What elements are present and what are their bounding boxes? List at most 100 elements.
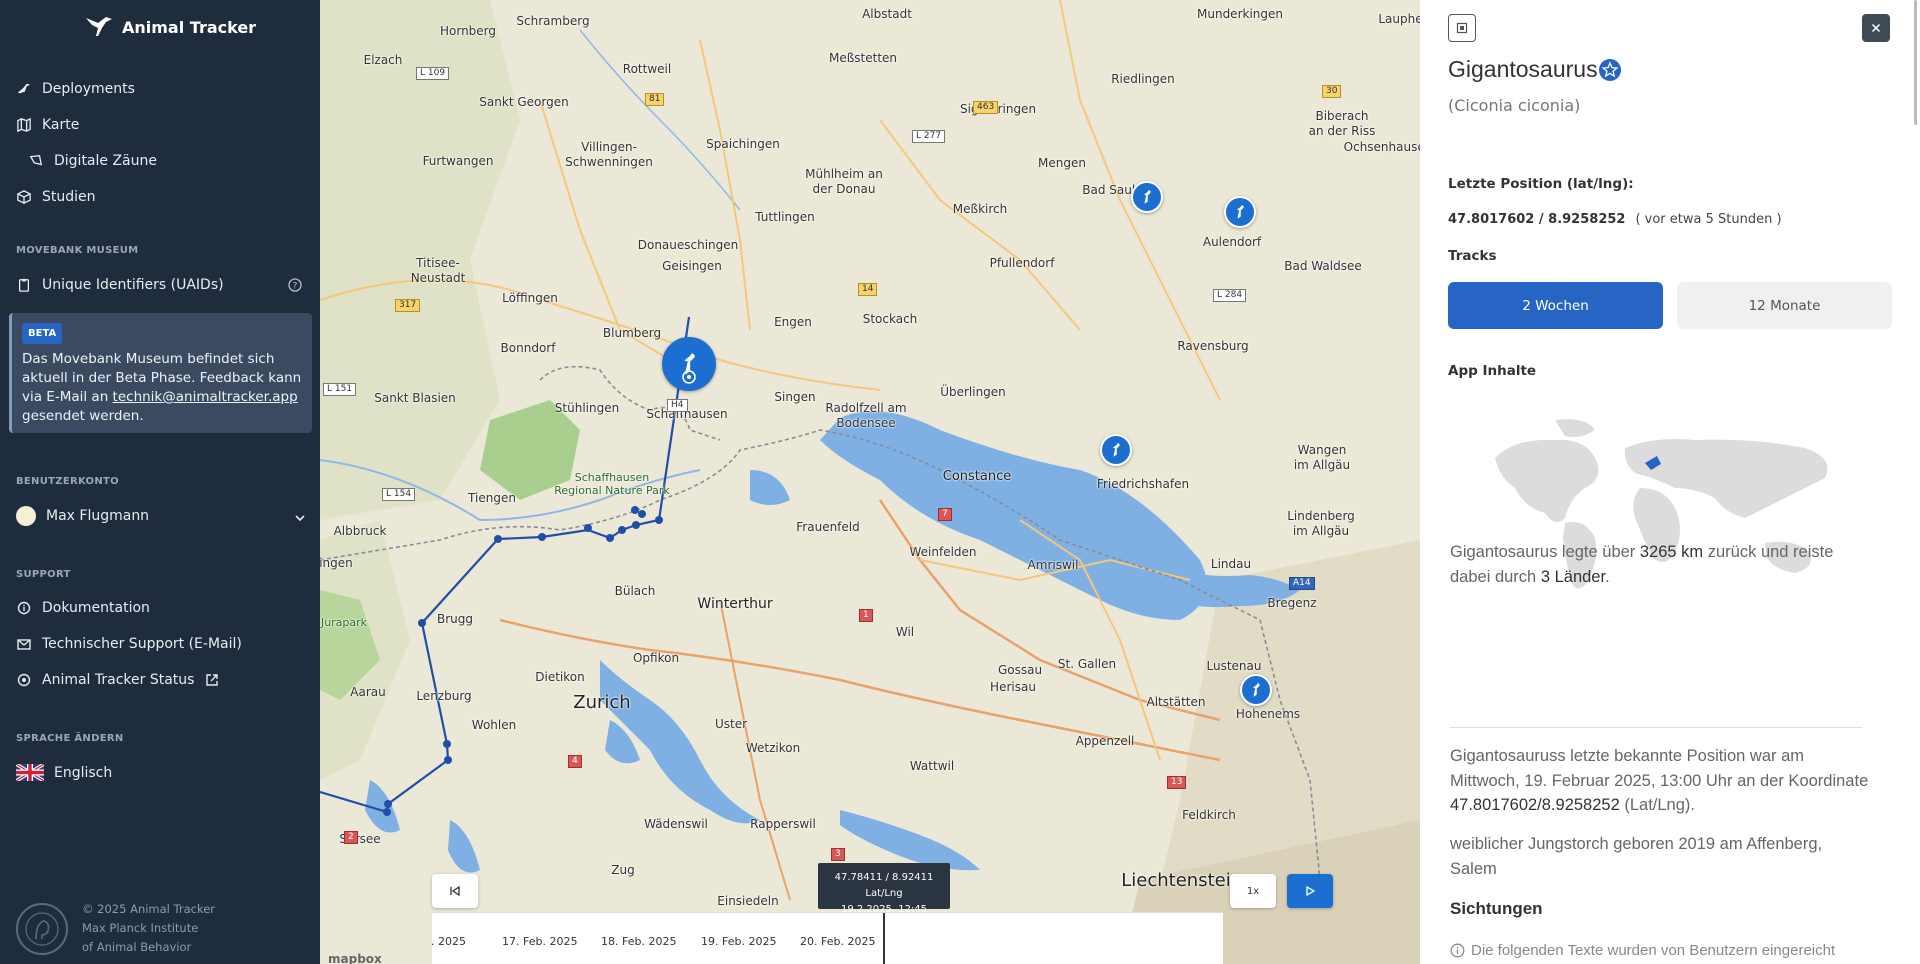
road-shield: 30 — [1322, 85, 1342, 98]
map-label: Bad Waldsee — [1284, 259, 1362, 273]
road-shield: 1 — [859, 609, 873, 622]
nav-studien[interactable]: Studien — [16, 189, 96, 205]
map-base-layer — [320, 0, 1420, 964]
map-label: Bregenz — [1267, 596, 1317, 610]
map-label: Feldkirch — [1182, 808, 1236, 822]
animal-marker[interactable] — [1131, 181, 1163, 213]
road-shield: 4 — [568, 755, 582, 768]
stork-icon — [1144, 190, 1151, 204]
map-label: Zug — [611, 863, 635, 877]
last-position-value: 47.8017602 / 8.9258252 — [1448, 212, 1626, 227]
map-label: Mengen — [1038, 156, 1086, 170]
star-badge-icon[interactable] — [1598, 58, 1622, 82]
play-icon — [1306, 885, 1316, 897]
play-button[interactable] — [1287, 874, 1333, 908]
road-shield: L 151 — [323, 383, 357, 396]
map-label: Pfullendorf — [989, 256, 1055, 270]
map-label: Munderkingen — [1197, 7, 1283, 21]
last-position-label: Letzte Position (lat/lng): — [1448, 176, 1634, 192]
bird-icon — [16, 81, 32, 97]
beta-notice: BETA Das Movebank Museum befindet sich a… — [9, 313, 312, 433]
timeline-rewind-button[interactable] — [432, 874, 478, 908]
footer: © 2025 Animal Tracker Max Planck Institu… — [16, 900, 215, 957]
nav-digitale-zaeune[interactable]: Digitale Zäune — [28, 153, 157, 169]
close-button[interactable] — [1862, 14, 1890, 42]
tracks-label: Tracks — [1448, 248, 1497, 264]
footer-institute: Max Planck Institute — [82, 921, 199, 935]
timeline-scrubber[interactable]: b. 2025 17. Feb. 2025 18. Feb. 2025 19. … — [432, 912, 1223, 964]
mail-icon — [16, 636, 32, 652]
summary-text: Gigantosaurus legte über — [1450, 543, 1640, 561]
clipboard-icon — [16, 277, 32, 293]
map-label: Tiengen — [468, 491, 516, 505]
max-planck-seal-icon — [16, 902, 68, 955]
beta-email-link[interactable]: technik@animaltracker.app — [113, 389, 298, 405]
map-label: Frauenfeld — [796, 520, 860, 534]
tab-2-wochen[interactable]: 2 Wochen — [1448, 282, 1663, 329]
language-selector[interactable]: Englisch — [16, 764, 112, 781]
species-name: (Ciconia ciconia) — [1448, 96, 1581, 115]
language-label: Englisch — [54, 764, 113, 781]
map-label: Spaichingen — [706, 137, 780, 151]
nav-uaids-label: Unique Identifiers (UAIDs) — [42, 277, 224, 293]
info-circle-icon — [1450, 943, 1465, 958]
map-label: Appenzell — [1075, 734, 1135, 748]
map-label: Furtwangen — [422, 154, 494, 168]
map-icon — [16, 117, 32, 133]
playback-speed-button[interactable]: 1x — [1230, 874, 1276, 908]
map-label: Biberach — [1315, 109, 1369, 123]
stork-icon — [1113, 443, 1120, 457]
svg-text:?: ? — [293, 282, 298, 292]
map-label: Donaueschingen — [637, 238, 739, 252]
nav-uaids[interactable]: Unique Identifiers (UAIDs) — [16, 277, 224, 293]
brand[interactable]: Animal Tracker — [84, 14, 256, 40]
avatar — [16, 506, 36, 526]
map-label: Brugg — [436, 612, 474, 626]
map-label: Rottweil — [622, 62, 672, 76]
map-label: Singen — [774, 390, 816, 404]
nav-deployments-label: Deployments — [42, 81, 135, 97]
summary-distance-value: 3265 km — [1639, 543, 1704, 561]
road-shield: L 154 — [382, 488, 416, 501]
map-label: Rapperswil — [750, 817, 816, 831]
map-label: ingen — [320, 556, 353, 570]
map-label: im Allgäu — [1293, 458, 1351, 472]
app-content-label: App Inhalte — [1448, 363, 1537, 379]
map-label: Gossau — [997, 663, 1043, 677]
map-label: Mühlheim an — [805, 167, 883, 181]
support-section-label: SUPPORT — [16, 569, 71, 580]
map-attribution[interactable]: mapbox — [328, 952, 382, 964]
map-label: Titisee- — [416, 256, 460, 270]
last-position-ago: ( vor etwa 5 Stunden ) — [1635, 212, 1782, 227]
map-label: Ravensburg — [1177, 339, 1249, 353]
link-status[interactable]: Animal Tracker Status — [16, 672, 220, 688]
map-label: Herisau — [990, 680, 1036, 694]
help-icon[interactable]: ? — [288, 278, 302, 292]
map-label: Wohlen — [471, 718, 517, 732]
road-shield: 317 — [395, 299, 421, 312]
sightings-heading: Sichtungen — [1450, 899, 1543, 918]
map-label: Geisingen — [662, 259, 722, 273]
stork-logo-icon — [86, 17, 112, 36]
map-label: Lindau — [1210, 557, 1252, 571]
map-label: Dietikon — [535, 670, 585, 684]
brand-title: Animal Tracker — [122, 17, 257, 37]
animal-marker[interactable] — [1100, 434, 1132, 466]
nav-studien-label: Studien — [42, 189, 96, 205]
animal-marker[interactable] — [1224, 196, 1256, 228]
map-view[interactable]: Hornberg Schramberg Rottweil Albstadt Me… — [320, 0, 1420, 964]
map-label: Wädenswil — [644, 817, 708, 831]
layout-toggle-button[interactable] — [1448, 14, 1476, 42]
timeline-cursor[interactable] — [883, 913, 885, 964]
panel-scrollbar[interactable] — [1914, 0, 1917, 125]
nav-karte[interactable]: Karte — [16, 117, 79, 133]
link-dokumentation[interactable]: Dokumentation — [16, 600, 150, 616]
user-account-menu[interactable]: Max Flugmann — [16, 506, 149, 526]
link-technischer-support[interactable]: Technischer Support (E-Mail) — [16, 636, 242, 652]
map-label: Hohenems — [1235, 707, 1301, 721]
animal-marker[interactable] — [1240, 674, 1272, 706]
nav-deployments[interactable]: Deployments — [16, 81, 135, 97]
chevron-down-icon[interactable] — [294, 512, 306, 524]
map-label: Hornberg — [439, 24, 497, 38]
tab-12-monate[interactable]: 12 Monate — [1677, 282, 1892, 329]
